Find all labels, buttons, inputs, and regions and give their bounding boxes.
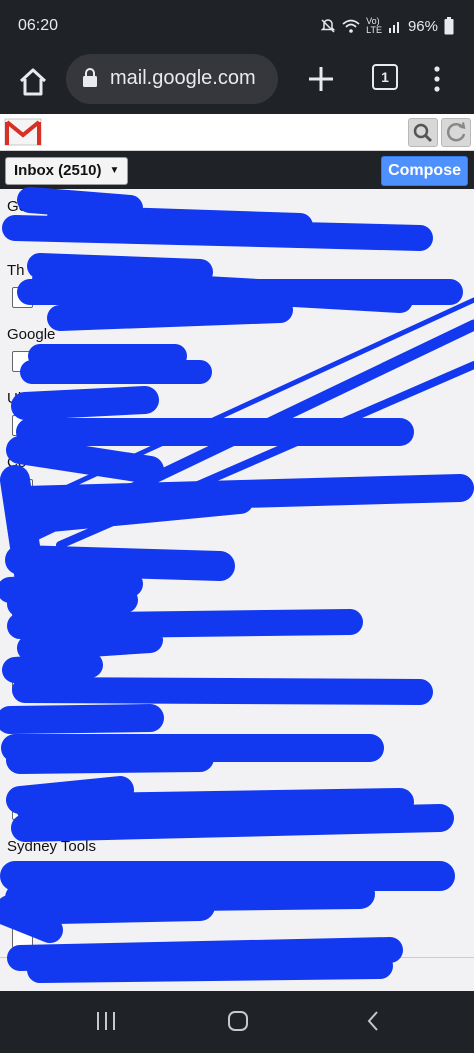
mail-row[interactable] [0, 701, 474, 766]
mail-checkbox[interactable] [12, 543, 33, 564]
mail-sender: Google [7, 326, 56, 343]
inbox-dropdown[interactable]: Inbox (2510) ▼ [5, 157, 129, 185]
mail-sender: Go [7, 198, 28, 215]
mail-checkbox[interactable] [12, 863, 33, 884]
mail-row[interactable] [0, 765, 474, 830]
mail-checkbox[interactable] [12, 799, 33, 820]
mail-checkbox[interactable] [12, 415, 33, 436]
search-icon [413, 123, 433, 143]
back-icon[interactable] [362, 1009, 386, 1033]
mail-sender: Jo [7, 518, 23, 535]
mail-checkbox[interactable] [12, 671, 33, 692]
battery-percent: 96% [407, 17, 438, 35]
status-time: 06:20 [18, 17, 59, 34]
gmail-header [0, 114, 474, 151]
lock-icon [83, 68, 97, 87]
inbox-label: Inbox (2510) [14, 162, 102, 179]
recent-apps-icon[interactable] [94, 1009, 118, 1033]
signal-icon [388, 22, 399, 33]
chevron-down-icon: ▼ [109, 165, 120, 176]
battery-icon [444, 17, 454, 35]
mail-sender: Ub [7, 390, 27, 407]
mail-row[interactable] [0, 573, 474, 638]
mail-sender: Ub [7, 902, 27, 919]
tabs-icon[interactable]: 1 [372, 64, 398, 90]
search-input[interactable] [48, 118, 404, 146]
mail-snippet[interactable]: om [372, 225, 390, 240]
mail-toolbar: Inbox (2510) ▼ Compose [0, 151, 474, 189]
network-label-bottom: LTE [366, 25, 382, 35]
mail-row[interactable]: Th v [0, 253, 474, 318]
browser-toolbar: mail.google.com 1 [0, 52, 474, 114]
bell-off-icon [320, 19, 336, 33]
mail-sender: Sydney Tools [7, 838, 96, 855]
mail-checkbox[interactable] [12, 927, 33, 948]
wifi-icon [342, 19, 360, 33]
mail-snippet[interactable]: v [40, 289, 47, 304]
mail-row[interactable]: Ub [0, 381, 474, 446]
compose-button[interactable]: Compose [381, 156, 468, 186]
mail-checkbox[interactable] [12, 351, 33, 372]
menu-icon[interactable] [430, 64, 444, 94]
gmail-logo-icon[interactable] [4, 117, 42, 147]
mail-sender: Co [7, 454, 27, 471]
refresh-icon [446, 122, 466, 142]
status-bar: 06:20 Vo) LTE 96% [0, 0, 474, 52]
plus-icon[interactable] [306, 64, 336, 94]
mail-row[interactable]: Sydney Tools [0, 829, 474, 894]
android-nav-bar [0, 991, 474, 1053]
mail-sender: Th [7, 262, 25, 279]
search-button[interactable] [408, 118, 438, 147]
mail-checkbox[interactable] [12, 735, 33, 756]
mail-row[interactable]: Jo [0, 509, 474, 574]
mail-checkbox[interactable] [12, 287, 33, 308]
mail-row[interactable]: Google [0, 317, 474, 382]
refresh-button[interactable] [441, 118, 471, 147]
address-bar[interactable]: mail.google.com [66, 54, 278, 104]
mail-row[interactable]: Go om [0, 189, 474, 254]
mail-row[interactable] [0, 637, 474, 702]
status-icons: Vo) LTE 96% [320, 17, 454, 35]
url-text: mail.google.com [110, 67, 256, 89]
mail-checkbox[interactable] [12, 607, 33, 628]
mail-checkbox[interactable] [12, 479, 33, 500]
home-icon[interactable] [16, 65, 50, 99]
mail-list: Go om Th v Google Ub Co Jo Sydney Tools … [0, 189, 474, 991]
network-label: Vo) LTE [366, 17, 382, 35]
home-nav-icon[interactable] [226, 1009, 250, 1033]
mail-row[interactable]: Co [0, 445, 474, 510]
mail-row[interactable]: Ub [0, 893, 474, 958]
